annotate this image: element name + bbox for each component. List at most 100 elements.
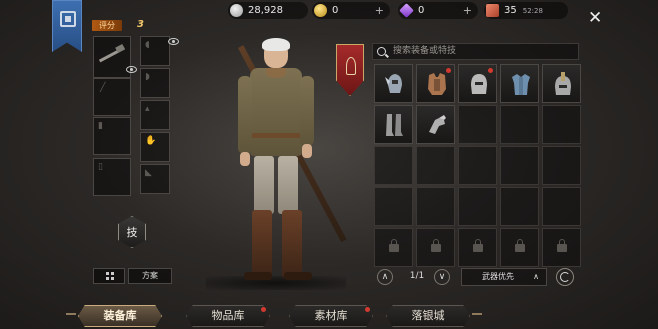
- inventory-item[interactable]: [416, 64, 455, 103]
- silver-amount: 28,928: [248, 5, 283, 16]
- character-model: [232, 38, 352, 288]
- tab-items[interactable]: 物品库: [186, 305, 270, 327]
- inventory-item[interactable]: [374, 64, 413, 103]
- boots-slot[interactable]: ◣: [140, 164, 170, 194]
- guild-emblem-icon: [60, 11, 76, 27]
- legs-slot[interactable]: ▯: [93, 158, 131, 196]
- inventory-slot-locked[interactable]: [500, 228, 539, 267]
- inventory-item[interactable]: [542, 64, 581, 103]
- neck-slot[interactable]: ◗: [140, 68, 170, 98]
- inventory-slot-empty[interactable]: [458, 105, 497, 144]
- score-label: 评分: [92, 20, 122, 31]
- shoulder-slot[interactable]: ▴: [140, 100, 170, 130]
- gem-add-icon[interactable]: +: [463, 4, 472, 17]
- search-icon: [377, 47, 386, 56]
- inventory-slot-empty[interactable]: [458, 187, 497, 226]
- inventory-slot-empty[interactable]: [542, 146, 581, 185]
- legs-armor-icon: ▯: [98, 162, 103, 172]
- chevron-up-icon: ∧: [381, 272, 389, 282]
- page-indicator: 1/1: [409, 271, 425, 281]
- inventory-slot-empty[interactable]: [500, 146, 539, 185]
- lock-icon: [557, 239, 567, 252]
- steel-boots-icon: [386, 114, 403, 136]
- chevron-down-icon: ∨: [438, 272, 446, 282]
- tab-materials-badge: [365, 307, 370, 312]
- inventory-slot-empty[interactable]: [374, 146, 413, 185]
- helmet-icon: ◖: [145, 40, 150, 50]
- steel-helm-icon: [471, 74, 487, 94]
- search-placeholder: 搜索装备或特技: [393, 46, 457, 56]
- necklace-icon: ◗: [145, 72, 150, 82]
- guild-banner[interactable]: [52, 0, 82, 52]
- tab-materials[interactable]: 素材库: [289, 305, 373, 327]
- inventory-slot-empty[interactable]: [374, 187, 413, 226]
- chest-slot[interactable]: ▮: [93, 117, 131, 155]
- gold-add-icon[interactable]: +: [375, 4, 384, 17]
- armored-vest-icon: [428, 73, 446, 95]
- lock-icon: [473, 239, 483, 252]
- page-next-button[interactable]: ∨: [434, 269, 450, 285]
- inventory-item[interactable]: [416, 105, 455, 144]
- silver-currency: 28,928: [228, 2, 308, 19]
- new-item-badge: [446, 68, 451, 73]
- tab-silver-city[interactable]: 落银城: [386, 305, 470, 327]
- visibility-eye-icon[interactable]: [126, 66, 137, 73]
- refresh-button[interactable]: [556, 268, 574, 286]
- gauntlet-icon: [429, 115, 446, 134]
- tab-ornament: [66, 313, 76, 315]
- gloves-slot[interactable]: ✋: [140, 132, 170, 162]
- inventory-slot-empty[interactable]: [416, 187, 455, 226]
- inventory-slot-empty[interactable]: [416, 146, 455, 185]
- inventory-slot-empty[interactable]: [500, 105, 539, 144]
- inventory-item[interactable]: [500, 64, 539, 103]
- inventory-slot-locked[interactable]: [374, 228, 413, 267]
- inventory-item[interactable]: [458, 64, 497, 103]
- primary-weapon-slot[interactable]: [93, 36, 131, 78]
- sort-dropdown[interactable]: 武器优先 ∧: [461, 268, 547, 286]
- shoulder-icon: ▴: [145, 104, 150, 114]
- gold-currency: 0 +: [312, 2, 390, 19]
- purple-gem-icon: [399, 3, 414, 18]
- tab-ornament: [472, 313, 482, 315]
- ticket-currency: 35 52:28: [484, 2, 568, 19]
- inventory-slot-locked[interactable]: [416, 228, 455, 267]
- skill-button[interactable]: 技: [118, 216, 146, 248]
- close-button[interactable]: ✕: [588, 10, 602, 27]
- lock-icon: [431, 239, 441, 252]
- ticket-timer: 52:28: [522, 6, 543, 15]
- rifle-icon: [98, 46, 126, 63]
- boots-icon: ◣: [145, 168, 152, 178]
- inventory-slot-empty[interactable]: [542, 187, 581, 226]
- cloth-tunic-icon: [512, 74, 530, 95]
- helmet-visibility-eye-icon[interactable]: [168, 38, 179, 45]
- secondary-weapon-slot[interactable]: ╱: [93, 78, 131, 116]
- inventory-slot-locked[interactable]: [458, 228, 497, 267]
- tab-equipment[interactable]: 装备库: [78, 305, 162, 327]
- ticket-amount: 35: [504, 5, 517, 16]
- inventory-item[interactable]: [374, 105, 413, 144]
- gem-amount: 0: [418, 5, 425, 16]
- score-value: 3: [137, 19, 144, 30]
- winged-helmet-icon: [385, 74, 402, 93]
- gloves-icon: ✋: [145, 136, 157, 146]
- inventory-slot-empty[interactable]: [458, 146, 497, 185]
- chest-armor-icon: ▮: [98, 121, 103, 131]
- gold-crested-helm-icon: [555, 72, 571, 95]
- loadout-plan-button[interactable]: 方案: [128, 268, 172, 284]
- silver-coin-icon: [230, 4, 243, 17]
- inventory-slot-locked[interactable]: [542, 228, 581, 267]
- inventory-slot-empty[interactable]: [542, 105, 581, 144]
- gem-currency: 0 +: [398, 2, 478, 19]
- chevron-up-icon: ∧: [533, 272, 539, 281]
- tree-emblem-icon: [346, 57, 356, 75]
- lock-icon: [515, 239, 525, 252]
- inventory-slot-empty[interactable]: [500, 187, 539, 226]
- helmet-slot[interactable]: ◖: [140, 36, 170, 66]
- gold-amount: 0: [332, 5, 339, 16]
- search-input[interactable]: 搜索装备或特技: [372, 43, 579, 60]
- ticket-icon: [486, 4, 499, 17]
- layout-grid-button[interactable]: [93, 268, 125, 284]
- lock-icon: [389, 239, 399, 252]
- page-prev-button[interactable]: ∧: [377, 269, 393, 285]
- new-item-badge: [488, 68, 493, 73]
